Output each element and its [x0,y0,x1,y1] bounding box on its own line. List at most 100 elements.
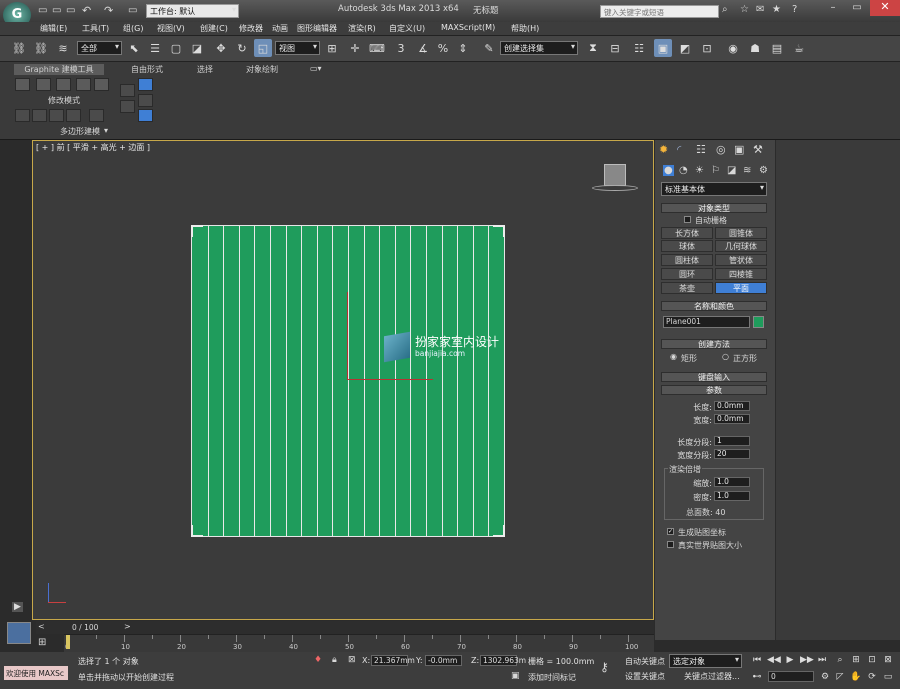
key-filters-button[interactable]: 关键点过滤器... [684,671,740,682]
menu-create[interactable]: 创建(C) [200,23,228,34]
mirror-icon[interactable]: ⧗ [584,39,602,57]
orbit-icon[interactable]: ⟳ [866,671,878,683]
y-coord-field[interactable]: -0.0mm [425,655,462,666]
goto-end-icon[interactable]: ⏭ [816,654,828,666]
named-selection-dropdown[interactable]: 创建选择集 [500,41,578,55]
tool-7-icon[interactable] [120,100,135,113]
tab-freeform[interactable]: 自由形式 [131,64,163,75]
menu-customize[interactable]: 自定义(U) [389,23,425,34]
key-icon[interactable]: ⚷ [600,660,609,674]
tool-10-icon[interactable] [138,109,153,122]
goto-start-icon[interactable]: ⏮ [751,654,763,666]
zoom-all-icon[interactable]: ⊞ [850,654,862,666]
edit-named-selection-icon[interactable]: ✎ [480,39,498,57]
width-spinner[interactable]: 0.0mm [714,414,750,424]
time-next-arrow[interactable]: > [124,622,131,631]
keyboard-entry-rollout[interactable]: 键盘输入 [661,372,767,382]
search-icon[interactable]: ⌕ [722,4,728,15]
creation-method-rollout[interactable]: 创建方法 [661,339,767,349]
pivot-center-icon[interactable]: ⊞ [323,39,341,57]
real-world-checkbox[interactable] [667,541,674,548]
unlink-icon[interactable]: ⛓ [32,39,50,57]
ribbon-options-icon[interactable]: ▭▾ [310,64,322,73]
ref-coord-dropdown[interactable]: 视图 [275,41,320,55]
minimize-icon[interactable]: – [822,2,844,16]
render-setup-icon[interactable]: ☗ [746,39,764,57]
redo-icon[interactable]: ↷ [104,4,113,17]
track-bar[interactable]: 0102030405060708090100 [64,634,654,652]
z-coord-field[interactable]: 1302.963m [480,655,526,666]
menu-help[interactable]: 帮助(H) [511,23,539,34]
menu-animation[interactable]: 动画 [272,23,288,34]
object-button-sphere[interactable]: 球体 [661,240,713,252]
object-button-pyramid[interactable]: 四棱锥 [715,268,767,280]
isolate-icon[interactable]: ♦ [314,655,322,665]
rect-select-icon[interactable]: ▢ [167,39,185,57]
field-of-view-icon[interactable]: ◸ [834,671,846,683]
layer-manager-icon[interactable]: ☷ [630,39,648,57]
autogrid-checkbox[interactable] [684,216,691,223]
undo-icon[interactable]: ↶ [82,4,91,17]
plane-object[interactable] [191,225,505,537]
menu-tools[interactable]: 工具(T) [82,23,109,34]
tool-5-icon[interactable] [89,109,104,122]
current-frame-field[interactable]: 0 [768,671,814,682]
save-file-icon[interactable]: ▭ [66,5,75,16]
object-button-box[interactable]: 长方体 [661,227,713,239]
pan-icon[interactable]: ✋ [850,671,862,683]
snaps-toggle-icon[interactable]: 3 [392,39,410,57]
set-key-button[interactable]: 设置关键点 [625,671,665,682]
absolute-mode-icon[interactable]: ⊠ [348,655,356,665]
geometry-icon[interactable]: ● [663,165,674,176]
workspace-dropdown[interactable]: 工作台: 默认 [146,4,239,18]
link-icon[interactable]: ⛓ [10,39,28,57]
move-icon[interactable]: ✥ [212,39,230,57]
time-config-icon[interactable]: ⚙ [819,671,831,683]
object-button-torus[interactable]: 圆环 [661,268,713,280]
gen-mapping-checkbox[interactable]: ✓ [667,528,674,535]
tab-graphite[interactable]: Graphite 建模工具 [14,64,104,75]
tool-2-icon[interactable] [32,109,47,122]
menu-maxscript[interactable]: MAXScript(M) [441,23,495,32]
method-square-radio[interactable]: ○ [722,352,729,361]
graphite-toggle-icon[interactable]: ▣ [654,39,672,57]
tab-object-paint[interactable]: 对象绘制 [246,64,278,75]
menu-modifiers[interactable]: 修改器 [239,23,263,34]
polygon-mode-icon[interactable] [76,78,91,91]
mini-listener[interactable] [7,622,31,644]
name-color-rollout[interactable]: 名称和颜色 [661,301,767,311]
rendered-frame-icon[interactable]: ▤ [768,39,786,57]
shapes-icon[interactable]: ◔ [679,165,688,176]
modify-tab-icon[interactable]: ◜ [677,143,681,156]
add-time-tag[interactable]: 添加时间标记 [528,672,576,683]
chevron-down-icon[interactable]: ▾ [104,126,108,135]
scale-spinner[interactable]: 1.0 [714,477,750,487]
selection-filter-dropdown[interactable]: 全部 [77,41,122,55]
tab-selection[interactable]: 选择 [197,64,213,75]
new-file-icon[interactable]: ▭ [38,5,47,16]
maximize-viewport-icon[interactable]: ▭ [882,671,894,683]
select-by-name-icon[interactable]: ☰ [146,39,164,57]
play-arrow-icon[interactable]: ▶ [12,602,23,612]
keyboard-shortcut-icon[interactable]: ⌨ [368,39,386,57]
time-prev-arrow[interactable]: < [38,622,45,631]
zoom-extents-all-icon[interactable]: ⊠ [882,654,894,666]
render-teapot-icon[interactable]: ☕ [790,39,808,57]
angle-snap-icon[interactable]: ∡ [414,39,432,57]
lock-selection-icon[interactable]: 🔒︎ [332,655,337,665]
space-warps-icon[interactable]: ≋ [743,165,751,176]
search-box[interactable]: 键入关键字或短语 [600,5,719,18]
percent-snap-icon[interactable]: % [434,39,452,57]
tool-9-icon[interactable] [138,94,153,107]
element-mode-icon[interactable] [94,78,109,91]
utilities-tab-icon[interactable]: ⚒ [753,143,763,156]
lights-icon[interactable]: ☀ [695,165,704,176]
next-frame-icon[interactable]: ▶▶ [800,654,814,666]
align-icon[interactable]: ⊟ [606,39,624,57]
tool-6-icon[interactable] [120,84,135,97]
tool-8-icon[interactable] [138,78,153,91]
open-file-icon[interactable]: ▭ [52,5,61,16]
window-crossing-icon[interactable]: ◪ [188,39,206,57]
menu-edit[interactable]: 编辑(E) [40,23,67,34]
menu-views[interactable]: 视图(V) [157,23,185,34]
